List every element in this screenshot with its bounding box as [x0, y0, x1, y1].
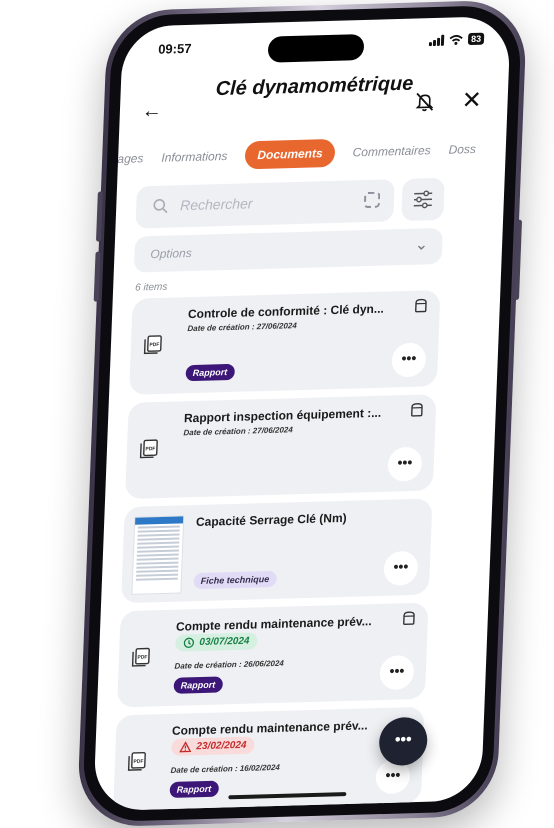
search-input[interactable] — [178, 192, 333, 214]
sliders-icon — [413, 190, 434, 209]
creation-date: Date de création : 27/06/2024 — [187, 321, 297, 333]
tab-documents[interactable]: Documents — [245, 139, 335, 170]
document-type-tag: Fiche technique — [193, 571, 276, 589]
document-type-tag: Rapport — [185, 364, 234, 381]
close-icon[interactable]: ✕ — [461, 86, 482, 116]
document-title: Compte rendu maintenance prév... — [176, 614, 386, 634]
status-date: 03/07/2024 — [199, 636, 249, 648]
dynamic-island — [268, 34, 365, 63]
document-title: Controle de conformité : Clé dyn... — [188, 301, 398, 321]
search-bar — [135, 179, 394, 228]
status-icons: 83 — [429, 33, 484, 47]
status-badge: 03/07/2024 — [175, 632, 258, 651]
filter-button[interactable] — [401, 178, 445, 221]
options-label: Options — [150, 246, 192, 261]
document-card[interactable]: PDF Compte rendu maintenance prév... 03/… — [117, 603, 428, 708]
phone-device: 09:57 83 ← Clé dynamométrique ✕ mblage — [77, 0, 528, 828]
tab-bar: mblages Informations Documents Commentai… — [98, 132, 511, 173]
document-card[interactable]: Capacité Serrage Clé (Nm) Fiche techniqu… — [121, 498, 432, 603]
more-options-button[interactable]: ••• — [379, 655, 414, 690]
archive-icon[interactable] — [402, 611, 417, 625]
pdf-file-icon: PDF — [127, 751, 148, 772]
svg-text:PDF: PDF — [133, 759, 143, 765]
pdf-file-icon: PDF — [139, 438, 160, 459]
document-title: Rapport inspection équipement :... — [184, 405, 394, 425]
svg-text:PDF: PDF — [137, 655, 147, 661]
svg-text:PDF: PDF — [149, 342, 159, 348]
creation-date: Date de création : 16/02/2024 — [170, 763, 280, 775]
scan-icon[interactable] — [364, 192, 381, 208]
warning-icon — [179, 741, 191, 752]
signal-icon — [429, 34, 444, 45]
document-title: Compte rendu maintenance prév... — [172, 718, 382, 738]
svg-text:PDF: PDF — [145, 446, 155, 452]
tab-informations[interactable]: Informations — [161, 149, 228, 165]
tab-dossiers[interactable]: Doss — [448, 142, 476, 157]
document-title: Capacité Serrage Clé (Nm) — [196, 509, 406, 529]
app-screen: 09:57 83 ← Clé dynamométrique ✕ mblage — [93, 16, 511, 811]
status-badge: 23/02/2024 — [171, 737, 255, 756]
document-type-tag: Rapport — [173, 676, 222, 693]
app-header: ← Clé dynamométrique ✕ — [119, 68, 509, 139]
options-dropdown[interactable]: Options ⌄ — [134, 228, 443, 273]
tab-commentaires[interactable]: Commentaires — [352, 143, 431, 159]
archive-icon[interactable] — [414, 298, 429, 312]
item-count: 6 items — [135, 282, 168, 294]
status-time: 09:57 — [158, 41, 192, 57]
more-options-button[interactable]: ••• — [383, 551, 418, 586]
back-arrow-icon[interactable]: ← — [141, 100, 162, 124]
creation-date: Date de création : 26/06/2024 — [174, 659, 284, 671]
creation-date: Date de création : 27/06/2024 — [183, 425, 293, 437]
wifi-icon — [449, 34, 463, 45]
battery-icon: 83 — [468, 33, 484, 45]
more-options-button[interactable]: ••• — [387, 447, 422, 482]
pdf-file-icon: PDF — [143, 334, 164, 355]
pdf-file-icon: PDF — [131, 646, 152, 667]
document-card[interactable]: PDF Rapport inspection équipement :... D… — [125, 394, 436, 499]
search-icon — [152, 198, 169, 214]
bell-off-icon[interactable] — [413, 90, 436, 113]
page-title: Clé dynamométrique — [200, 72, 429, 101]
more-options-button[interactable]: ••• — [391, 342, 426, 377]
chevron-down-icon: ⌄ — [414, 234, 428, 254]
clock-icon — [183, 637, 194, 648]
document-card[interactable]: PDF Controle de conformité : Clé dyn... … — [129, 290, 440, 395]
status-date: 23/02/2024 — [196, 740, 246, 752]
document-type-tag: Rapport — [169, 781, 218, 798]
spreadsheet-thumbnail — [131, 515, 184, 595]
archive-icon[interactable] — [410, 403, 425, 417]
